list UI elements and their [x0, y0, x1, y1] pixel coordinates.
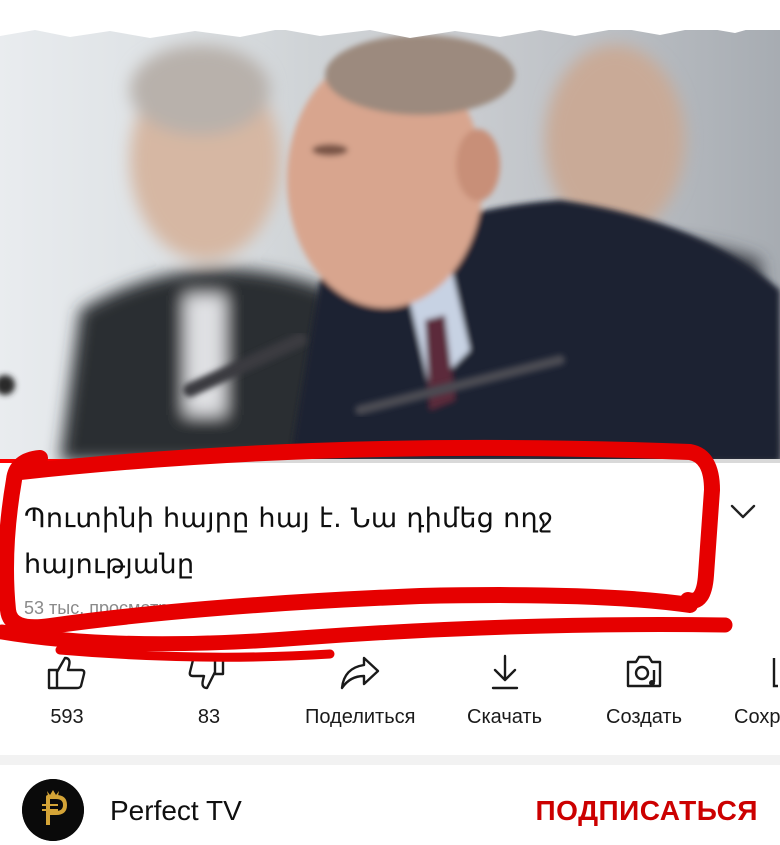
dislike-button[interactable]: 83: [187, 652, 231, 729]
create-button[interactable]: Создать: [606, 652, 682, 729]
like-count: 593: [50, 706, 84, 728]
channel-avatar[interactable]: [22, 779, 84, 841]
share-icon: [338, 652, 382, 692]
save-icon: [734, 652, 778, 692]
chevron-down-icon[interactable]: [726, 496, 760, 526]
section-divider: [0, 755, 780, 765]
view-count: 53 тыс. просмотров: [24, 598, 188, 618]
subscribe-button[interactable]: ПОДПИСАТЬСЯ: [536, 795, 758, 827]
torn-paper-edge: [0, 0, 780, 38]
download-label: Скачать: [467, 706, 542, 728]
channel-name[interactable]: Perfect TV: [110, 795, 242, 827]
thumbs-up-icon: [45, 652, 89, 692]
video-title: Պուտինի հայրը հայ է. Նա դիմեց ողջ հայութ…: [24, 503, 554, 580]
create-label: Создать: [606, 706, 683, 728]
create-icon: [622, 652, 666, 692]
share-label: Поделиться: [305, 706, 416, 728]
save-button[interactable]: Сохр: [734, 652, 780, 729]
video-progress-bar[interactable]: [0, 459, 780, 463]
like-button[interactable]: 593: [45, 652, 89, 729]
video-progress-fill: [0, 459, 141, 463]
perfect-tv-logo-icon: [22, 779, 84, 841]
download-button[interactable]: Скачать: [467, 652, 542, 729]
video-thumbnail[interactable]: [0, 30, 780, 462]
dislike-count: 83: [197, 706, 221, 728]
save-label: Сохр: [734, 706, 780, 728]
share-button[interactable]: Поделиться: [305, 652, 415, 729]
thumbs-down-icon: [187, 652, 231, 692]
download-icon: [483, 652, 527, 692]
